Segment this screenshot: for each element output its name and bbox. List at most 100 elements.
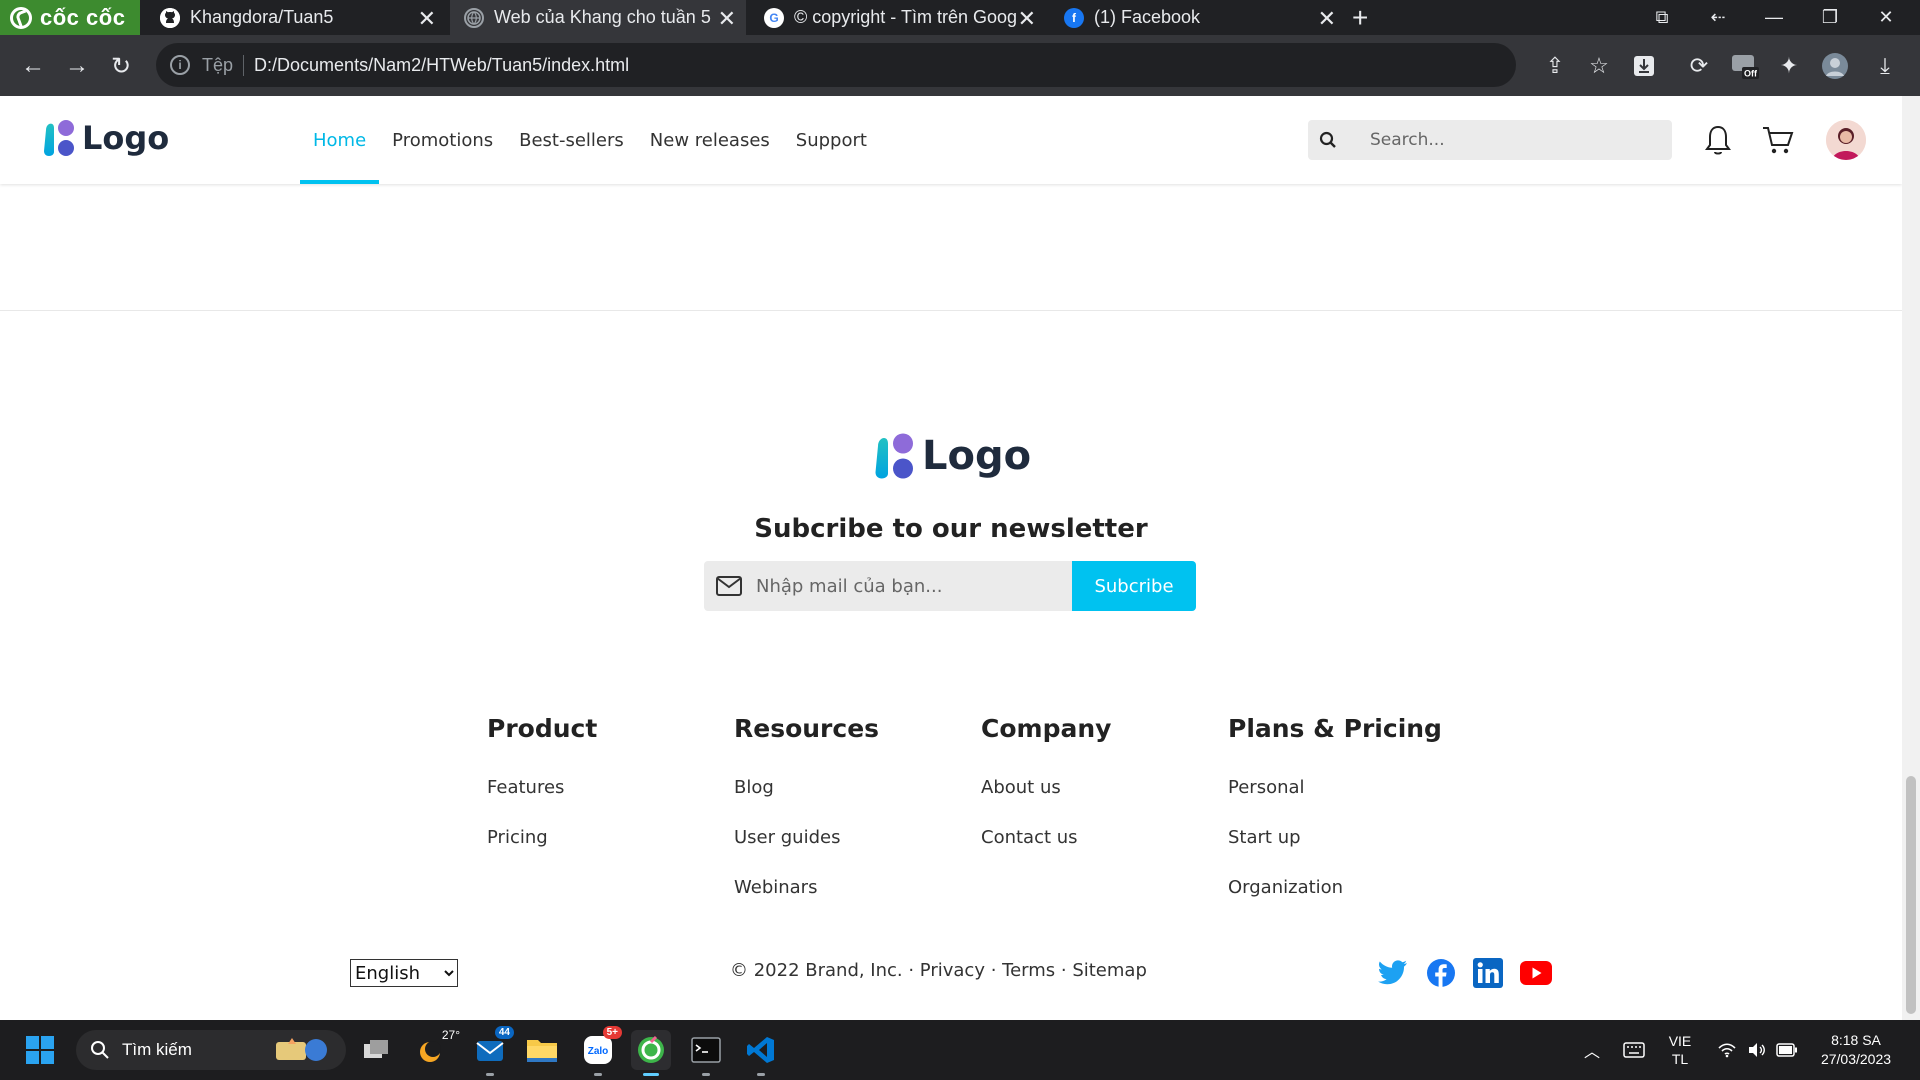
back-arrow-icon[interactable]: ←: [16, 49, 50, 83]
battery-icon[interactable]: [1772, 1020, 1802, 1080]
legal-links[interactable]: © 2022 Brand, Inc. · Privacy · Terms · S…: [730, 960, 1147, 981]
footer-logo[interactable]: Logo: [870, 431, 1031, 481]
input-language[interactable]: VIE TL: [1660, 1020, 1700, 1080]
site-search: [1308, 120, 1672, 160]
language-code: VIE: [1668, 1033, 1692, 1049]
twitter-icon[interactable]: [1378, 958, 1408, 988]
footer-link[interactable]: Pricing: [487, 813, 597, 863]
tab-close-icon[interactable]: ✕: [718, 6, 736, 32]
new-tab-button[interactable]: +: [1352, 2, 1368, 34]
main-nav: Home Promotions Best-sellers New release…: [300, 96, 880, 184]
footer-link[interactable]: Features: [487, 763, 597, 813]
share-icon[interactable]: ⇪: [1538, 49, 1572, 83]
tab-facebook[interactable]: f (1) Facebook ✕: [1050, 0, 1346, 35]
minimize-button[interactable]: —: [1746, 0, 1802, 35]
email-field[interactable]: [756, 575, 1066, 597]
nav-support[interactable]: Support: [783, 96, 880, 184]
browser-toolbar: ← → ↻ i Tệp D:/Documents/Nam2/HTWeb/Tuan…: [0, 35, 1920, 96]
downloads-icon[interactable]: ⤓: [1868, 49, 1902, 83]
user-avatar[interactable]: [1826, 120, 1866, 160]
subscribe-button[interactable]: Subcribe: [1072, 561, 1196, 611]
weather-icon[interactable]: 27°: [412, 1028, 460, 1070]
header-logo[interactable]: Logo: [40, 118, 169, 158]
windows-start-icon[interactable]: [20, 1030, 60, 1070]
nav-best-sellers[interactable]: Best-sellers: [506, 96, 637, 184]
search-input[interactable]: [1348, 130, 1648, 150]
bell-icon[interactable]: [1698, 120, 1738, 160]
site-info-icon[interactable]: i: [170, 55, 190, 75]
language-select[interactable]: English: [350, 959, 458, 987]
youtube-icon[interactable]: [1520, 958, 1552, 988]
mail-app-icon[interactable]: 44: [470, 1026, 514, 1076]
sync-icon[interactable]: ⟳: [1682, 49, 1716, 83]
file-explorer-icon[interactable]: [522, 1030, 562, 1070]
address-bar[interactable]: i Tệp D:/Documents/Nam2/HTWeb/Tuan5/inde…: [156, 43, 1516, 87]
keyboard-icon[interactable]: [1618, 1020, 1650, 1080]
search-icon: [91, 1041, 109, 1059]
newsletter-form: Subcribe: [704, 561, 1196, 611]
profile-avatar-icon[interactable]: [1818, 49, 1852, 83]
footer-link[interactable]: Personal: [1228, 763, 1442, 813]
tab-close-icon[interactable]: ✕: [1318, 6, 1336, 32]
tab-title: Khangdora/Tuan5: [190, 7, 334, 27]
back-history-icon[interactable]: ⇠: [1690, 0, 1746, 35]
footer-link[interactable]: Webinars: [734, 863, 879, 913]
coccoc-browser-icon[interactable]: [631, 1030, 671, 1076]
page-scrollbar[interactable]: [1902, 96, 1920, 1020]
footer-link[interactable]: User guides: [734, 813, 879, 863]
scrollbar-thumb[interactable]: [1906, 776, 1916, 1014]
nav-home[interactable]: Home: [300, 96, 380, 184]
footer-column-plans-pricing: Plans & Pricing Personal Start up Organi…: [1228, 714, 1442, 913]
site-navbar: Logo Home Promotions Best-sellers New re…: [0, 96, 1902, 184]
tab-title: © copyright - Tìm trên Goog: [794, 7, 1018, 27]
maximize-button[interactable]: ❐: [1802, 0, 1858, 35]
reload-icon[interactable]: ↻: [104, 49, 138, 83]
task-view-icon[interactable]: [356, 1030, 396, 1070]
web-page: Logo Home Promotions Best-sellers New re…: [0, 96, 1902, 1020]
tray-overflow-icon[interactable]: ︿: [1576, 1020, 1608, 1080]
search-icon[interactable]: [1308, 120, 1348, 160]
wifi-icon[interactable]: [1712, 1020, 1742, 1080]
tab-close-icon[interactable]: ✕: [418, 6, 436, 32]
linkedin-icon[interactable]: [1473, 958, 1503, 988]
extensions-puzzle-icon[interactable]: ✦: [1772, 49, 1806, 83]
google-icon: G: [764, 7, 784, 28]
terminal-icon[interactable]: [686, 1030, 726, 1076]
taskbar-search[interactable]: Tìm kiếm: [76, 1030, 346, 1070]
windows-taskbar: Tìm kiếm 27° 44 Zalo 5+ ︿ VIE TL 8:18 SA…: [0, 1020, 1920, 1080]
tab-title: (1) Facebook: [1094, 7, 1201, 27]
browser-brand-logo[interactable]: cốc cốc: [0, 0, 140, 35]
weather-temp: 27°: [441, 1028, 460, 1042]
tab-google[interactable]: G © copyright - Tìm trên Goog ✕: [750, 0, 1046, 35]
footer-link[interactable]: Blog: [734, 763, 879, 813]
nav-new-releases[interactable]: New releases: [637, 96, 783, 184]
footer-link[interactable]: Start up: [1228, 813, 1442, 863]
svg-text:Zalo: Zalo: [588, 1046, 609, 1057]
adblock-icon[interactable]: Off: [1728, 49, 1762, 83]
tab-search-icon[interactable]: ⧉: [1634, 0, 1690, 35]
tab-close-icon[interactable]: ✕: [1018, 6, 1036, 32]
taskbar-search-label: Tìm kiếm: [122, 1040, 192, 1059]
footer-link[interactable]: Organization: [1228, 863, 1442, 913]
zalo-icon[interactable]: Zalo 5+: [578, 1026, 622, 1076]
volume-icon[interactable]: [1742, 1020, 1772, 1080]
tab-github[interactable]: Khangdora/Tuan5 ✕: [146, 0, 446, 35]
footer-column-resources: Resources Blog User guides Webinars: [734, 714, 879, 913]
tab-active-page[interactable]: Web của Khang cho tuần 5 ✕: [450, 0, 746, 35]
download-page-icon[interactable]: [1627, 49, 1661, 83]
facebook-icon[interactable]: [1426, 958, 1456, 988]
coccoc-logo-icon: [10, 6, 32, 29]
clock[interactable]: 8:18 SA 27/03/2023: [1806, 1020, 1906, 1080]
language-variant: TL: [1671, 1051, 1689, 1067]
forward-arrow-icon[interactable]: →: [60, 49, 94, 83]
footer-link[interactable]: About us: [981, 763, 1111, 813]
vscode-icon[interactable]: [741, 1030, 781, 1076]
bookmark-star-icon[interactable]: ☆: [1582, 49, 1616, 83]
cart-icon[interactable]: [1758, 120, 1798, 160]
nav-promotions[interactable]: Promotions: [379, 96, 506, 184]
address-url[interactable]: D:/Documents/Nam2/HTWeb/Tuan5/index.html: [254, 55, 629, 76]
close-window-button[interactable]: ✕: [1858, 0, 1914, 35]
footer-link[interactable]: Contact us: [981, 813, 1111, 863]
globe-icon: [464, 7, 484, 28]
logo-text: Logo: [82, 119, 170, 157]
